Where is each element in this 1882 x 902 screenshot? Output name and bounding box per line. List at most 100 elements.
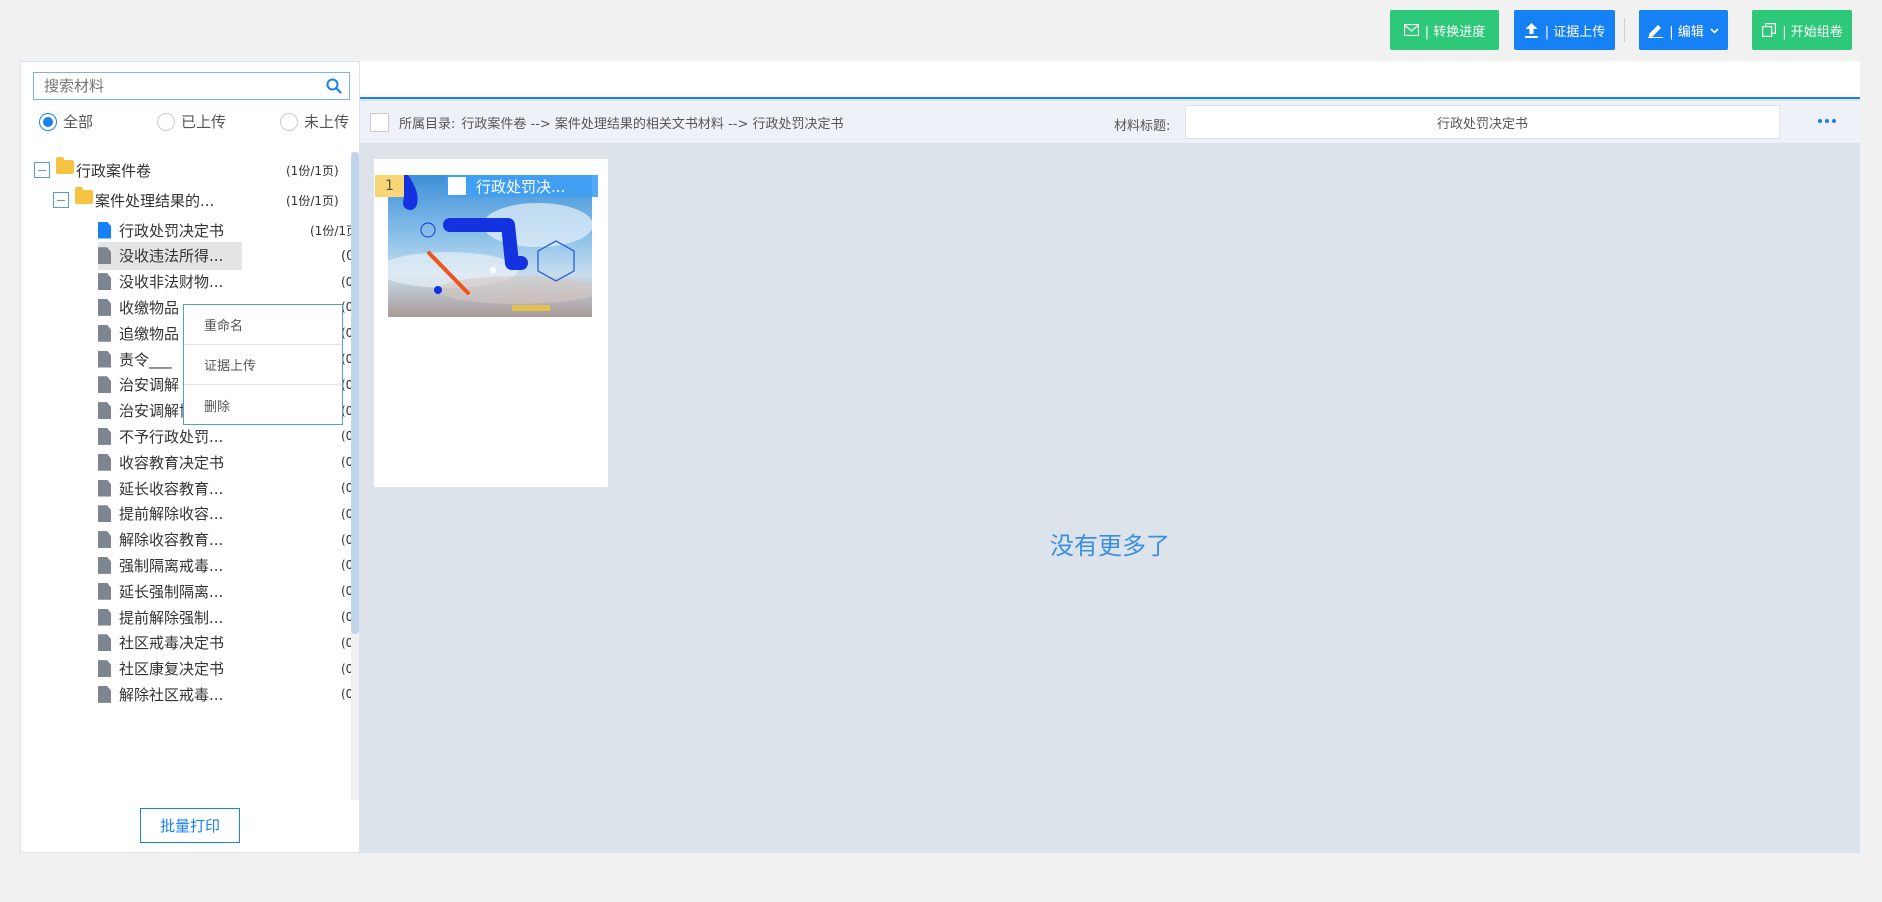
radio-icon xyxy=(157,112,176,131)
document-icon xyxy=(98,556,111,574)
upload-icon xyxy=(1524,22,1539,38)
tree-item-label: 追缴物品 xyxy=(119,324,180,343)
tree-root-label: 行政案件卷 xyxy=(76,161,152,180)
chevron-down-icon xyxy=(1710,23,1719,38)
tree-root-node[interactable]: 行政案件卷 (1份/1页) xyxy=(34,156,354,184)
document-icon xyxy=(98,376,111,394)
start-assemble-label: | 开始组卷 xyxy=(1782,24,1843,40)
card-caption: 行政处罚决... xyxy=(446,175,598,197)
tree-item[interactable]: 解除社区戒毒...(0) xyxy=(98,680,354,708)
tree-item-label: 收容教育决定书 xyxy=(119,453,225,472)
radio-icon xyxy=(280,112,299,131)
tree-item-label: 行政处罚决定书 xyxy=(119,221,225,240)
tree-item[interactable]: 强制隔离戒毒...(0) xyxy=(98,551,354,579)
material-tree: 行政案件卷 (1份/1页) 案件处理结果的... (1份/1页) 行政处罚决定书… xyxy=(21,152,354,792)
document-icon xyxy=(98,505,111,523)
document-icon xyxy=(98,608,111,626)
material-card[interactable]: 1 行政处罚决... xyxy=(374,159,608,487)
document-icon xyxy=(98,221,111,239)
document-icon xyxy=(98,427,111,445)
tree-item-label: 提前解除强制... xyxy=(119,608,224,627)
convert-progress-button[interactable]: | 转换进度 xyxy=(1390,10,1499,50)
tree-item[interactable]: 行政处罚决定书 (1份/1页) xyxy=(98,216,354,244)
delete-menu-item[interactable]: 删除 xyxy=(184,385,342,425)
tree-item[interactable]: 延长强制隔离...(0) xyxy=(98,577,354,605)
tree-item-label: 治安调解 xyxy=(119,376,180,395)
collapse-icon[interactable] xyxy=(53,192,69,208)
tree-scrollbar-thumb[interactable] xyxy=(351,152,359,634)
convert-progress-label: | 转换进度 xyxy=(1424,24,1486,40)
main-content: 所属目录: 行政案件卷 --> 案件处理结果的相关文书材料 --> 行政处罚决定… xyxy=(360,61,1860,853)
collapse-icon[interactable] xyxy=(34,162,50,178)
tree-item-label: 解除社区戒毒... xyxy=(119,685,224,704)
envelope-icon xyxy=(1403,23,1419,38)
toolbar-divider xyxy=(1624,18,1625,42)
filter-uploaded[interactable]: 已上传 xyxy=(157,111,226,132)
document-icon xyxy=(98,453,111,471)
tree-item[interactable]: 社区戒毒决定书(0) xyxy=(98,629,354,657)
tree-item[interactable]: 提前解除收容...(0) xyxy=(98,500,354,528)
context-menu: 重命名 证据上传 删除 xyxy=(183,304,343,425)
filter-uploaded-label: 已上传 xyxy=(181,113,227,131)
tree-item[interactable]: 解除收容教育...(0) xyxy=(98,526,354,554)
batch-print-button[interactable]: 批量打印 xyxy=(140,808,240,843)
card-checkbox[interactable] xyxy=(448,177,466,195)
filter-not-uploaded[interactable]: 未上传 xyxy=(280,111,349,132)
document-icon xyxy=(98,324,111,342)
filter-all-label: 全部 xyxy=(63,113,94,131)
tree-item-label: 延长强制隔离... xyxy=(119,582,224,601)
more-options-icon[interactable] xyxy=(1814,109,1840,133)
search-icon[interactable] xyxy=(319,73,349,99)
start-assemble-button[interactable]: | 开始组卷 xyxy=(1752,10,1852,50)
filter-not-uploaded-label: 未上传 xyxy=(304,113,350,131)
tree-item-label: 延长收容教育... xyxy=(119,479,224,498)
folder-icon xyxy=(56,157,74,174)
material-info-bar: 所属目录: 行政案件卷 --> 案件处理结果的相关文书材料 --> 行政处罚决定… xyxy=(360,101,1860,143)
tree-item-label: 责令___ xyxy=(119,350,172,369)
tree-item-label: 提前解除收容... xyxy=(119,505,224,524)
document-icon xyxy=(98,298,111,316)
tree-item[interactable]: 收容教育决定书(0) xyxy=(98,448,354,476)
path-label: 所属目录: xyxy=(399,116,456,132)
material-tree-panel: 全部 已上传 未上传 行政案件卷 (1份/1页) 案件处理结果的... (1份/… xyxy=(20,61,360,853)
tree-item[interactable]: 没收违法所得... xyxy=(98,241,242,270)
document-icon xyxy=(98,531,111,549)
tree-item-label: 社区戒毒决定书 xyxy=(119,634,225,653)
search-input[interactable] xyxy=(34,73,319,99)
edit-dropdown-button[interactable]: | 编辑 xyxy=(1639,10,1728,50)
select-all-checkbox[interactable] xyxy=(370,112,389,132)
tab-bar xyxy=(360,61,1860,99)
document-icon xyxy=(98,247,111,265)
tree-item-label: 没收非法财物... xyxy=(119,273,224,292)
page-index-badge: 1 xyxy=(375,175,404,197)
document-icon xyxy=(98,634,111,652)
upload-filter: 全部 已上传 未上传 xyxy=(39,111,369,132)
upload-menu-item[interactable]: 证据上传 xyxy=(184,345,342,385)
title-label: 材料标题: xyxy=(1114,119,1171,134)
tree-group-node[interactable]: 案件处理结果的... (1份/1页) xyxy=(53,186,354,214)
tree-item[interactable]: 社区康复决定书(0) xyxy=(98,655,354,683)
evidence-upload-label: | 证据上传 xyxy=(1544,24,1606,40)
tree-group-label: 案件处理结果的... xyxy=(95,191,215,210)
tree-item[interactable]: 没收非法财物...(0) xyxy=(98,268,354,296)
material-title-field[interactable]: 行政处罚决定书 xyxy=(1185,105,1780,139)
breadcrumb: 行政案件卷 --> 案件处理结果的相关文书材料 --> 行政处罚决定书 xyxy=(461,116,844,132)
search-box xyxy=(33,72,350,100)
tree-item-label: 强制隔离戒毒... xyxy=(119,556,224,575)
document-icon xyxy=(98,660,111,678)
top-toolbar: | 转换进度 | 证据上传 | 编辑 | 开始组卷 xyxy=(0,10,1882,50)
evidence-upload-button[interactable]: | 证据上传 xyxy=(1514,10,1615,50)
tree-item-label: 没收违法所得... xyxy=(119,247,224,266)
tree-root-count: (1份/1页) xyxy=(286,163,339,178)
tree-item[interactable]: 不予行政处罚...(0) xyxy=(98,422,354,450)
document-icon xyxy=(98,402,111,420)
filter-all[interactable]: 全部 xyxy=(39,111,93,132)
pencil-icon xyxy=(1648,23,1664,38)
tree-item[interactable]: 延长收容教育...(0) xyxy=(98,474,354,502)
document-icon xyxy=(98,685,111,703)
rename-menu-item[interactable]: 重命名 xyxy=(184,305,342,345)
tree-item[interactable]: 提前解除强制...(0) xyxy=(98,603,354,631)
no-more-text: 没有更多了 xyxy=(1050,532,1170,560)
document-icon xyxy=(98,350,111,368)
tree-item-count: (1份/1页) xyxy=(310,223,354,238)
